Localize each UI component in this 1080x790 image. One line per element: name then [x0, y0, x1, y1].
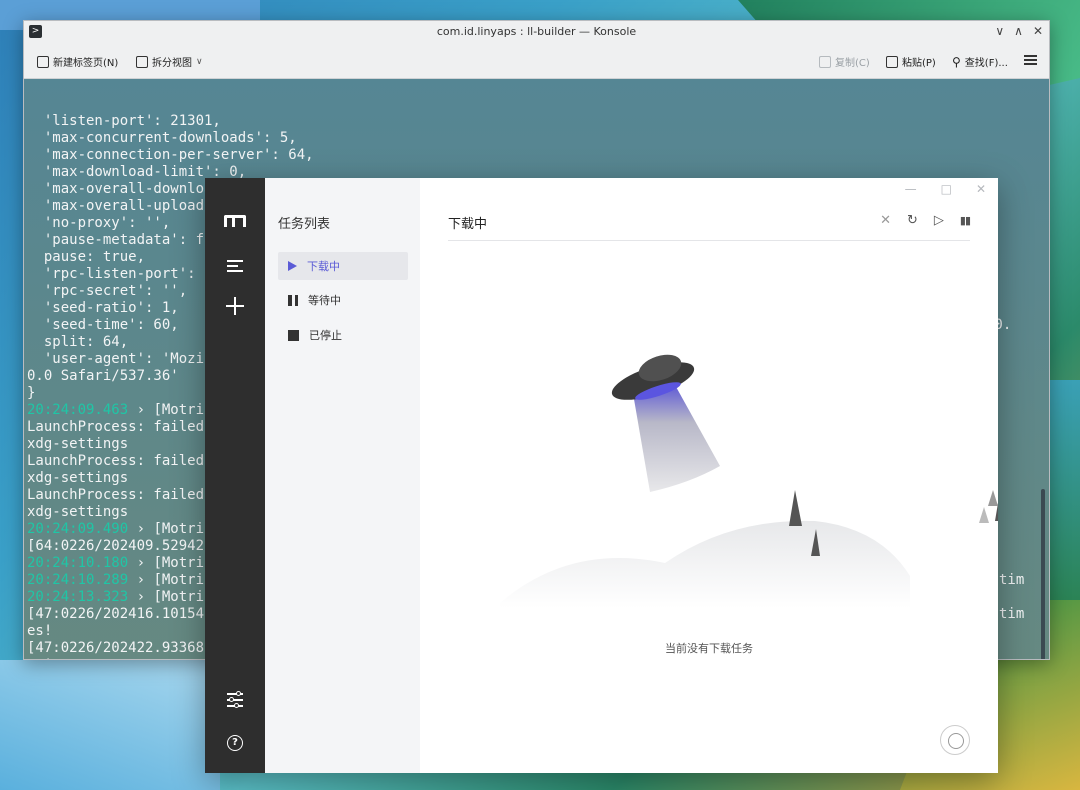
- log-timestamp: 20:24:10.289: [27, 572, 129, 588]
- chevron-down-icon: ∨: [196, 56, 203, 67]
- paste-button[interactable]: 粘贴(P): [886, 54, 936, 69]
- add-task-icon[interactable]: [226, 297, 244, 315]
- find-button[interactable]: ⚲ 查找(F)...: [952, 54, 1008, 70]
- konsole-toolbar: 新建标签页(N) 拆分视图 ∨ 复制(C) 粘贴(P) ⚲ 查找(F)...: [24, 43, 1049, 79]
- empty-illustration: [500, 354, 998, 608]
- pause-icon: [288, 294, 298, 306]
- new-tab-label: 新建标签页(N): [53, 58, 119, 69]
- new-tab-icon: [37, 55, 49, 68]
- motrix-window: ? 任务列表 下载中 等待中 已停止 — □ ✕ 下载中 ✕ ↻ ▷ ▮▮ 当前…: [205, 178, 998, 773]
- task-item-label: 已停止: [309, 329, 342, 342]
- copy-button[interactable]: 复制(C): [819, 54, 870, 69]
- terminal-scrollbar[interactable]: [1041, 489, 1045, 659]
- minimize-icon[interactable]: ∨: [995, 24, 1004, 38]
- copy-icon: [819, 55, 831, 68]
- search-icon: ⚲: [952, 54, 961, 69]
- task-item-stopped[interactable]: 已停止: [278, 321, 408, 349]
- task-item-active[interactable]: 下载中: [278, 252, 408, 280]
- log-timestamp: 20:24:09.490: [27, 521, 129, 537]
- stop-icon: [288, 329, 299, 341]
- terminal-line: 'max-concurrent-downloads': 5,: [27, 130, 297, 146]
- paste-icon: [886, 55, 898, 68]
- speedometer-icon[interactable]: [940, 725, 970, 755]
- tree-icon: [789, 490, 802, 526]
- task-item-label: 下载中: [307, 260, 340, 273]
- empty-state-text: 当前没有下载任务: [665, 642, 753, 655]
- hamburger-menu-icon[interactable]: [1024, 55, 1037, 65]
- task-item-waiting[interactable]: 等待中: [278, 286, 408, 314]
- main-panel: — □ ✕ 下载中 ✕ ↻ ▷ ▮▮ 当前没有下载任务: [420, 178, 998, 773]
- terminal-fragment: tim: [999, 572, 1025, 588]
- log-timestamp: 20:24:09.463: [27, 402, 129, 418]
- paste-label: 粘贴(P): [902, 58, 936, 69]
- terminal-line: 'max-connection-per-server': 64,: [27, 147, 314, 163]
- find-label: 查找(F)...: [964, 58, 1008, 69]
- copy-label: 复制(C): [835, 58, 870, 69]
- app-sidebar: ?: [205, 178, 265, 773]
- menu-icon[interactable]: [227, 260, 243, 272]
- play-icon: [288, 261, 297, 271]
- terminal-fragment: tim: [999, 606, 1025, 622]
- terminal-line: 'listen-port': 21301,: [27, 113, 221, 129]
- split-view-label: 拆分视图: [152, 58, 192, 69]
- task-list-panel: 任务列表 下载中 等待中 已停止: [265, 178, 420, 773]
- task-list-title: 任务列表: [278, 217, 331, 232]
- new-tab-button[interactable]: 新建标签页(N): [37, 54, 118, 69]
- help-icon[interactable]: ?: [227, 735, 243, 751]
- motrix-logo-icon: [224, 215, 246, 227]
- preferences-icon[interactable]: [227, 691, 243, 708]
- window-title: com.id.linyaps : ll-builder — Konsole: [436, 25, 637, 38]
- konsole-titlebar[interactable]: > com.id.linyaps : ll-builder — Konsole …: [24, 21, 1049, 43]
- split-view-button[interactable]: 拆分视图 ∨: [136, 54, 203, 69]
- log-timestamp: 20:24:10.180: [27, 555, 129, 571]
- maximize-icon[interactable]: ∧: [1014, 24, 1023, 38]
- close-icon[interactable]: ✕: [1033, 24, 1043, 38]
- split-view-icon: [136, 55, 148, 68]
- log-timestamp: 20:24:13.323: [27, 589, 129, 605]
- task-item-label: 等待中: [308, 294, 341, 307]
